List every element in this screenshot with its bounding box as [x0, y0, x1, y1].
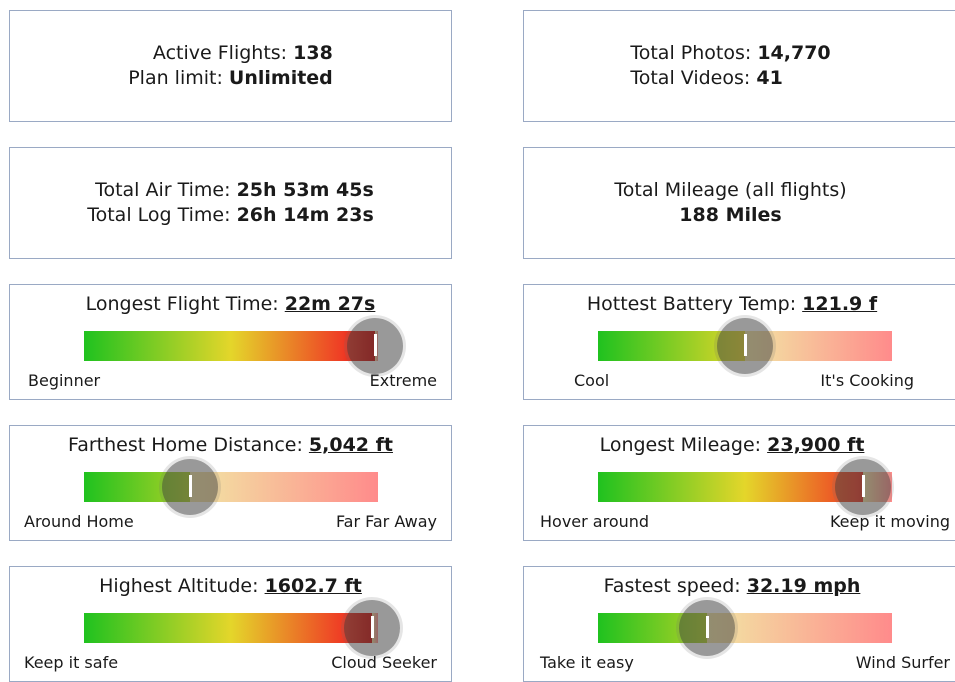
meter-bar	[598, 459, 892, 515]
meter-handle-grip	[862, 475, 865, 497]
total-air-time-line: Total Air Time: 25h 53m 45s	[95, 178, 374, 203]
meter-bar	[598, 318, 892, 374]
meter-title: Hottest Battery Temp: 121.9 f	[524, 293, 940, 315]
meter-max-label: It's Cooking	[820, 371, 914, 390]
total-videos-value: 41	[756, 67, 783, 89]
flights-card: Active Flights: 138 Plan limit: Unlimite…	[9, 10, 452, 122]
meter-bar	[84, 600, 400, 656]
meter-slider-handle[interactable]	[344, 600, 400, 656]
meter-handle-grip	[744, 334, 747, 356]
meter-value[interactable]: 23,900 ft	[767, 434, 864, 456]
meter-slider-handle[interactable]	[162, 459, 218, 515]
meter-min-label: Around Home	[24, 512, 134, 531]
meter-value[interactable]: 121.9 f	[802, 293, 877, 315]
meter-bar	[598, 600, 892, 656]
meter-value[interactable]: 22m 27s	[285, 293, 376, 315]
meter-bar	[84, 459, 378, 515]
meter-bar-fill	[84, 613, 372, 643]
mileage-card: Total Mileage (all flights) 188 Miles	[523, 147, 955, 259]
meter-max-label: Far Far Away	[335, 512, 437, 531]
meter-slider-handle[interactable]	[679, 600, 735, 656]
total-air-time-label: Total Air Time:	[95, 179, 231, 201]
active-flights-value: 138	[293, 42, 333, 64]
plan-limit-label: Plan limit:	[128, 67, 223, 89]
total-photos-label: Total Photos:	[630, 42, 752, 64]
meter-card-fastest-speed: Fastest speed: 32.19 mph Take it easy Wi…	[523, 566, 955, 682]
meter-card-longest-flight-time: Longest Flight Time: 22m 27s Beginner Ex…	[9, 284, 452, 400]
meter-label: Fastest speed:	[603, 575, 741, 597]
meter-title: Longest Flight Time: 22m 27s	[10, 293, 451, 315]
meter-max-label: Cloud Seeker	[331, 653, 437, 672]
total-photos-line: Total Photos: 14,770	[630, 41, 830, 66]
meter-label: Highest Altitude:	[99, 575, 259, 597]
total-videos-label: Total Videos:	[630, 67, 751, 89]
plan-limit-line: Plan limit: Unlimited	[128, 66, 333, 91]
meter-label: Farthest Home Distance:	[68, 434, 303, 456]
meter-handle-grip	[371, 616, 374, 638]
meter-bar-fill	[598, 472, 863, 502]
meter-slider-handle[interactable]	[347, 318, 403, 374]
meter-max-label: Keep it moving	[829, 512, 950, 531]
meter-title: Longest Mileage: 23,900 ft	[524, 434, 940, 456]
meter-value[interactable]: 1602.7 ft	[265, 575, 362, 597]
meter-max-label: Wind Surfer	[855, 653, 950, 672]
meter-card-highest-altitude: Highest Altitude: 1602.7 ft Keep it safe…	[9, 566, 452, 682]
meter-title: Farthest Home Distance: 5,042 ft	[10, 434, 451, 456]
meter-min-label: Take it easy	[540, 653, 634, 672]
meter-label: Longest Mileage:	[599, 434, 762, 456]
total-air-time-value: 25h 53m 45s	[236, 179, 374, 201]
total-log-time-label: Total Log Time:	[87, 204, 231, 226]
meter-min-label: Hover around	[540, 512, 650, 531]
meter-bar	[84, 318, 403, 374]
meter-slider-handle[interactable]	[835, 459, 891, 515]
meter-handle-grip	[374, 334, 377, 356]
meter-value[interactable]: 32.19 mph	[747, 575, 861, 597]
time-card: Total Air Time: 25h 53m 45s Total Log Ti…	[9, 147, 452, 259]
meter-label: Longest Flight Time:	[85, 293, 279, 315]
meter-card-hottest-battery-temp: Hottest Battery Temp: 121.9 f Cool It's …	[523, 284, 955, 400]
meter-max-label: Extreme	[369, 371, 437, 390]
media-card: Total Photos: 14,770 Total Videos: 41	[523, 10, 955, 122]
meter-handle-grip	[706, 616, 709, 638]
total-videos-line: Total Videos: 41	[630, 66, 782, 91]
meter-slider-handle[interactable]	[717, 318, 773, 374]
meter-bar-rest	[190, 472, 378, 502]
meter-min-label: Beginner	[28, 371, 101, 390]
meter-card-longest-mileage: Longest Mileage: 23,900 ft Hover around …	[523, 425, 955, 541]
meter-title: Fastest speed: 32.19 mph	[524, 575, 940, 597]
meter-min-label: Keep it safe	[24, 653, 119, 672]
total-log-time-line: Total Log Time: 26h 14m 23s	[87, 203, 374, 228]
total-photos-value: 14,770	[757, 42, 831, 64]
meter-label: Hottest Battery Temp:	[586, 293, 797, 315]
active-flights-line: Active Flights: 138	[153, 41, 333, 66]
active-flights-label: Active Flights:	[152, 42, 288, 64]
meter-min-label: Cool	[574, 371, 610, 390]
total-mileage-label: Total Mileage (all flights)	[614, 179, 847, 201]
meter-title: Highest Altitude: 1602.7 ft	[10, 575, 451, 597]
total-mileage-value: 188 Miles	[679, 204, 782, 226]
meter-handle-grip	[189, 475, 192, 497]
plan-limit-value: Unlimited	[228, 67, 333, 89]
meter-value[interactable]: 5,042 ft	[309, 434, 393, 456]
meter-bar-fill	[84, 331, 375, 361]
meter-card-farthest-home-distance: Farthest Home Distance: 5,042 ft Around …	[9, 425, 452, 541]
total-log-time-value: 26h 14m 23s	[236, 204, 374, 226]
